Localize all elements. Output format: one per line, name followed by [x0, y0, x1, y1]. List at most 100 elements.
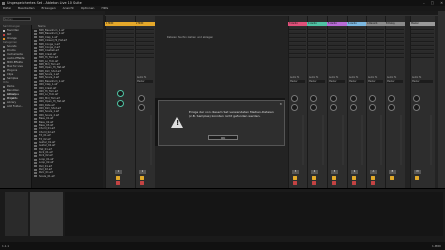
output-select[interactable]: Master: [412, 80, 433, 83]
track-activator[interactable]: 5: [331, 170, 338, 174]
track-header[interactable]: A Reverb: [366, 22, 385, 26]
sidebar-item-add-folder[interactable]: Add Folder...: [0, 105, 31, 109]
clip-slot[interactable]: [328, 27, 346, 30]
clip-slot[interactable]: [289, 51, 306, 54]
menu-edit[interactable]: Bearbeiten: [18, 6, 34, 11]
clip-slot[interactable]: [308, 43, 326, 46]
clip-slot[interactable]: [289, 31, 306, 34]
clip-slot[interactable]: [308, 31, 326, 34]
send-knob[interactable]: [117, 90, 124, 97]
track-activator[interactable]: 2: [139, 170, 146, 174]
clip-slot[interactable]: [136, 55, 154, 58]
track-header[interactable]: B Delay: [385, 22, 405, 26]
track-header[interactable]: Master: [410, 22, 435, 26]
clip-slot[interactable]: [386, 51, 404, 54]
send-knob[interactable]: [369, 95, 376, 102]
send-knob[interactable]: [117, 100, 124, 107]
clip-slot[interactable]: [348, 35, 365, 38]
track-activator[interactable]: 6: [351, 170, 358, 174]
record-arm-button[interactable]: [312, 181, 316, 185]
clip-slot[interactable]: [106, 55, 134, 58]
output-select[interactable]: Master: [290, 80, 305, 83]
clip-slot[interactable]: [386, 31, 404, 34]
clip-slot[interactable]: [289, 39, 306, 42]
sidebar-item-orange[interactable]: Orange: [0, 37, 31, 41]
clip-slot[interactable]: [367, 43, 384, 46]
solo-button[interactable]: [352, 176, 356, 180]
clip-slot[interactable]: [348, 27, 365, 30]
clip-slot[interactable]: [328, 39, 346, 42]
track-header[interactable]: 6 Audio: [347, 22, 366, 26]
pan-knob[interactable]: [369, 104, 376, 111]
clip-slot[interactable]: [411, 35, 434, 38]
solo-button[interactable]: [371, 176, 375, 180]
track-header[interactable]: 4 Audio: [307, 22, 327, 26]
output-select[interactable]: Master: [368, 80, 383, 83]
clip-slot[interactable]: [106, 51, 134, 54]
clip-slot[interactable]: [106, 35, 134, 38]
clip-slot[interactable]: [136, 27, 154, 30]
pan-knob[interactable]: [388, 104, 395, 111]
clip-slot[interactable]: [289, 43, 306, 46]
ok-button[interactable]: OK: [208, 135, 238, 140]
search-input[interactable]: [3, 17, 31, 21]
record-arm-button[interactable]: [116, 181, 120, 185]
send-knob[interactable]: [138, 95, 145, 102]
clip-slot[interactable]: [348, 55, 365, 58]
menu-file[interactable]: Datei: [3, 6, 11, 11]
track-header[interactable]: 3 Audio: [288, 22, 307, 26]
clip-slot[interactable]: [328, 55, 346, 58]
clip-slot[interactable]: [289, 47, 306, 50]
solo-button[interactable]: [312, 176, 316, 180]
clip-slot[interactable]: [308, 35, 326, 38]
clip-slot[interactable]: [348, 51, 365, 54]
send-knob[interactable]: [413, 95, 420, 102]
track-activator[interactable]: B: [389, 170, 396, 174]
clip-slot[interactable]: [106, 39, 134, 42]
solo-button[interactable]: [140, 176, 144, 180]
clip-slot[interactable]: [348, 39, 365, 42]
clip-slot[interactable]: [106, 31, 134, 34]
track-activator[interactable]: 3: [292, 170, 299, 174]
solo-button[interactable]: [332, 176, 336, 180]
send-knob[interactable]: [310, 95, 317, 102]
clip-slot[interactable]: [411, 51, 434, 54]
solo-button[interactable]: [116, 176, 120, 180]
clip-slot[interactable]: [367, 47, 384, 50]
clip-slot[interactable]: [348, 47, 365, 50]
track-header[interactable]: 5 Audio: [327, 22, 347, 26]
pan-knob[interactable]: [291, 104, 298, 111]
clip-slot[interactable]: [106, 43, 134, 46]
clip-slot[interactable]: [367, 27, 384, 30]
send-knob[interactable]: [350, 95, 357, 102]
output-select[interactable]: Master: [137, 80, 153, 83]
clip-slot[interactable]: [289, 55, 306, 58]
solo-button[interactable]: [390, 176, 394, 180]
clip-slot[interactable]: [411, 39, 434, 42]
record-arm-button[interactable]: [332, 181, 336, 185]
clip-slot[interactable]: [106, 27, 134, 30]
clip-slot[interactable]: [386, 39, 404, 42]
clip-slot[interactable]: [411, 43, 434, 46]
track-activator[interactable]: 1: [115, 170, 122, 174]
clip-slot[interactable]: [136, 39, 154, 42]
clip-slot[interactable]: [308, 39, 326, 42]
solo-button[interactable]: [293, 176, 297, 180]
clip-slot[interactable]: [106, 47, 134, 50]
clip-slot[interactable]: [386, 55, 404, 58]
track-activator[interactable]: M: [414, 170, 421, 174]
record-arm-button[interactable]: [352, 181, 356, 185]
clip-slot[interactable]: [289, 35, 306, 38]
clip-slot[interactable]: [308, 55, 326, 58]
track-header[interactable]: 1 MIDI: [105, 22, 135, 26]
pan-knob[interactable]: [350, 104, 357, 111]
solo-button[interactable]: [415, 176, 419, 180]
clip-slot[interactable]: [308, 47, 326, 50]
output-select[interactable]: Master: [387, 80, 403, 83]
clip-slot[interactable]: [136, 35, 154, 38]
menu-create[interactable]: Erzeugen: [42, 6, 56, 11]
clip-slot[interactable]: [386, 43, 404, 46]
clip-slot[interactable]: [348, 31, 365, 34]
pan-knob[interactable]: [413, 104, 420, 111]
send-knob[interactable]: [388, 95, 395, 102]
